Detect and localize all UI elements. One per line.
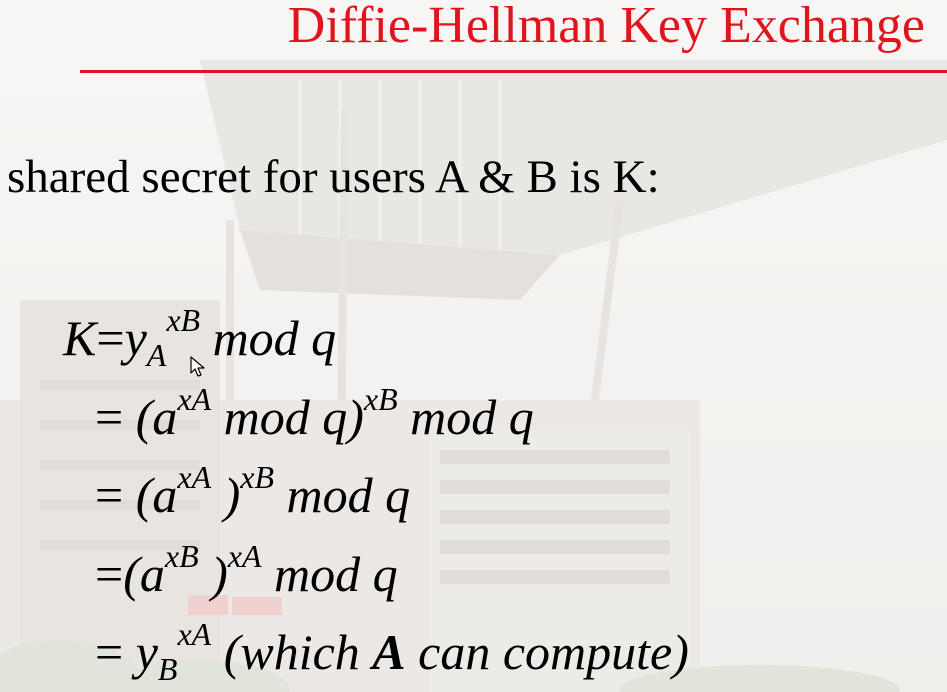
var-k: K	[63, 310, 97, 366]
outer-exponent: xB	[363, 381, 398, 418]
y-subscript: B	[157, 651, 178, 687]
equation-line-5: = yBxA (which A can compute)	[95, 618, 689, 685]
inner-exponent: xB	[164, 538, 199, 575]
outer-exponent: xB	[240, 459, 275, 496]
var-a: a	[152, 467, 178, 523]
right-paren: )	[223, 467, 241, 523]
equation-line-3: = (axA )xB mod q	[95, 461, 411, 523]
var-a: a	[139, 546, 165, 602]
equals-sign: =	[96, 310, 125, 366]
mod-term: mod q	[212, 310, 337, 366]
equals-sign: =	[95, 624, 124, 680]
exponent: xB	[166, 302, 201, 339]
equation-line-4: =(axB )xA mod q	[95, 540, 398, 602]
equals-sign: =	[95, 546, 124, 602]
inner-exponent: xA	[177, 381, 212, 418]
y-subscript: A	[146, 337, 167, 373]
equals-sign: =	[95, 467, 124, 523]
var-y: y	[135, 624, 158, 680]
equation-line-2: = (axA mod q)xB mod q	[95, 383, 534, 445]
slide-title: Diffie-Hellman Key Exchange	[287, 0, 925, 54]
left-paren: (	[135, 389, 153, 445]
var-a: a	[152, 389, 178, 445]
note-bold-a: A	[372, 624, 406, 680]
outer-exponent: xA	[227, 538, 262, 575]
note-close: can compute)	[418, 624, 689, 680]
inner-mod-term: mod q	[223, 389, 348, 445]
exponent: xA	[177, 616, 212, 653]
mouse-pointer-icon	[190, 356, 205, 377]
equals-sign: =	[95, 389, 124, 445]
mod-term: mod q	[410, 389, 534, 445]
mod-term: mod q	[274, 546, 398, 602]
note-open: (which	[223, 624, 360, 680]
var-y: y	[124, 310, 147, 366]
lead-text: shared secret for users A & B is K:	[7, 151, 660, 203]
title-underline	[80, 70, 947, 73]
right-paren: )	[211, 546, 228, 602]
right-paren: )	[347, 389, 364, 445]
left-paren: (	[135, 467, 153, 523]
inner-exponent: xA	[177, 459, 212, 496]
left-paren: (	[123, 546, 140, 602]
mod-term: mod q	[286, 467, 411, 523]
